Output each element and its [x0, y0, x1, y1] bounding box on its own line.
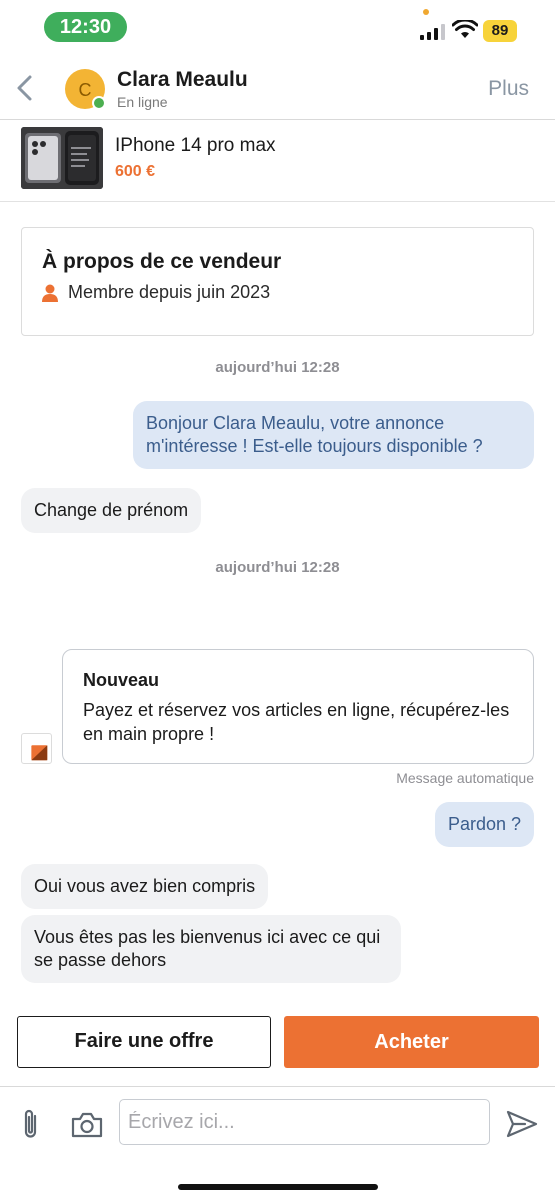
- home-indicator: [178, 1184, 378, 1190]
- camera-in-use-indicator: [423, 9, 429, 15]
- promo-card: Nouveau Payez et réservez vos articles e…: [62, 649, 534, 764]
- promo-body: Payez et réservez vos articles en ligne,…: [83, 700, 510, 744]
- contact-name[interactable]: Clara Meaulu: [117, 68, 248, 92]
- seller-info-card: À propos de ce vendeur Membre depuis jui…: [21, 227, 534, 336]
- more-button[interactable]: Plus: [488, 77, 529, 101]
- paperclip-icon[interactable]: [19, 1107, 43, 1141]
- chat-header: C Clara Meaulu En ligne Plus: [0, 54, 555, 120]
- message-timestamp: aujourd’hui 12:28: [215, 359, 340, 376]
- incoming-message[interactable]: Oui vous avez bien compris: [21, 864, 269, 909]
- status-time: 12:30: [44, 12, 127, 42]
- member-since: Membre depuis juin 2023: [68, 282, 271, 302]
- contact-status: En ligne: [117, 94, 168, 110]
- message-input[interactable]: [119, 1099, 490, 1145]
- person-icon: [42, 284, 58, 302]
- camera-icon[interactable]: [70, 1111, 104, 1139]
- make-offer-button[interactable]: Faire une offre: [17, 1016, 271, 1068]
- product-thumbnail[interactable]: [21, 127, 103, 189]
- message-composer: [0, 1086, 555, 1200]
- buy-button[interactable]: Acheter: [284, 1016, 539, 1068]
- outgoing-message[interactable]: Pardon ?: [434, 802, 534, 847]
- product-title[interactable]: IPhone 14 pro max: [115, 135, 276, 157]
- product-strip[interactable]: IPhone 14 pro max 600 €: [0, 120, 555, 202]
- wifi-icon: [452, 20, 478, 38]
- status-bar: 12:30 89: [0, 0, 555, 54]
- back-chevron-icon[interactable]: [12, 72, 40, 104]
- incoming-message[interactable]: Vous êtes pas les bienvenus ici avec ce …: [21, 915, 401, 983]
- promo-title: Nouveau: [83, 670, 160, 690]
- seller-card-title: À propos de ce vendeur: [42, 250, 282, 273]
- battery-indicator: 89: [483, 20, 517, 42]
- message-timestamp: aujourd’hui 12:28: [215, 559, 340, 576]
- product-price: 600 €: [115, 163, 156, 180]
- incoming-message[interactable]: Change de prénom: [21, 488, 202, 533]
- outgoing-message[interactable]: Bonjour Clara Meaulu, votre annonce m'in…: [133, 401, 534, 469]
- automatic-message-label: Message automatique: [396, 770, 534, 786]
- app-logo-icon: [21, 733, 52, 764]
- send-icon[interactable]: [505, 1109, 539, 1139]
- signal-icon: [420, 24, 445, 40]
- online-status-dot: [92, 96, 106, 110]
